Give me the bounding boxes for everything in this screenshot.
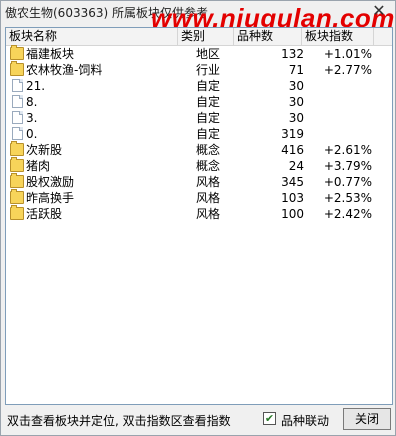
board-type: 自定: [196, 127, 221, 141]
board-type: 自定: [196, 95, 221, 109]
hint-text: 双击查看板块并定位, 双击指数区查看指数: [7, 414, 231, 428]
board-type: 风格: [196, 191, 221, 205]
folder-icon: [10, 61, 24, 76]
column-header-type[interactable]: 类别: [178, 28, 234, 45]
board-count: 71: [288, 63, 304, 77]
board-index: +2.77%: [323, 63, 372, 77]
folder-icon: [10, 189, 24, 204]
board-count: 103: [281, 191, 304, 205]
list-item[interactable]: 股权激励 风格 345 +0.77%: [6, 173, 392, 190]
board-count: 416: [281, 143, 304, 157]
board-count: 100: [281, 207, 304, 221]
list-item[interactable]: 0. 自定 319: [6, 126, 392, 142]
folder-icon: [10, 141, 24, 156]
board-index: +2.42%: [323, 207, 372, 221]
document-icon: [12, 127, 23, 140]
board-name: 昨高换手: [26, 191, 75, 205]
board-name: 福建板块: [26, 47, 75, 61]
list-item[interactable]: 次新股 概念 416 +2.61%: [6, 141, 392, 158]
board-name: 0.: [26, 127, 38, 141]
list-header: 板块名称 类别 品种数 板块指数: [6, 28, 392, 46]
board-info-dialog: 傲农生物(603363) 所属板块仅供参考 www.niugulan.com ✕…: [0, 0, 396, 436]
sync-checkbox-label[interactable]: 品种联动: [281, 412, 329, 429]
board-type: 自定: [196, 111, 221, 125]
board-name: 股权激励: [26, 175, 75, 189]
board-count: 30: [288, 95, 304, 109]
list-item[interactable]: 农林牧渔-饲料 行业 71 +2.77%: [6, 61, 392, 78]
board-name: 8.: [26, 95, 38, 109]
board-index: [312, 110, 372, 126]
board-type: 风格: [196, 207, 221, 221]
sync-checkbox[interactable]: ✔: [263, 412, 276, 425]
title-bar[interactable]: 傲农生物(603363) 所属板块仅供参考 www.niugulan.com ✕: [1, 1, 395, 33]
list-item[interactable]: 猪肉 概念 24 +3.79%: [6, 157, 392, 174]
board-index: [312, 94, 372, 110]
board-index: +1.01%: [323, 47, 372, 61]
folder-icon: [10, 45, 24, 60]
folder-icon: [10, 157, 24, 172]
board-index: +2.61%: [323, 143, 372, 157]
folder-icon: [10, 173, 24, 188]
board-index: +3.79%: [323, 159, 372, 173]
board-name: 次新股: [26, 143, 63, 157]
board-count: 132: [281, 47, 304, 61]
board-name: 活跃股: [26, 207, 63, 221]
list-item[interactable]: 福建板块 地区 132 +1.01%: [6, 45, 392, 62]
board-list[interactable]: 板块名称 类别 品种数 板块指数 福建板块 地区 132 +1.01% 农林牧渔-饲料 行…: [5, 27, 393, 405]
board-name: 猪肉: [26, 159, 51, 173]
board-index: +2.53%: [323, 191, 372, 205]
board-type: 风格: [196, 175, 221, 189]
board-count: 24: [288, 159, 304, 173]
folder-icon: [10, 205, 24, 220]
column-header-index[interactable]: 板块指数: [302, 28, 374, 45]
close-icon[interactable]: ✕: [371, 3, 387, 19]
board-index: [312, 126, 372, 142]
board-type: 地区: [196, 47, 221, 61]
list-item[interactable]: 21. 自定 30: [6, 78, 392, 94]
board-count: 345: [281, 175, 304, 189]
board-type: 概念: [196, 159, 221, 173]
board-count: 319: [281, 127, 304, 141]
board-count: 30: [288, 79, 304, 93]
list-item[interactable]: 昨高换手 风格 103 +2.53%: [6, 189, 392, 206]
list-item[interactable]: 8. 自定 30: [6, 94, 392, 110]
list-item[interactable]: 活跃股 风格 100 +2.42%: [6, 205, 392, 222]
list-item[interactable]: 3. 自定 30: [6, 110, 392, 126]
board-type: 行业: [196, 63, 221, 77]
board-name: 3.: [26, 111, 38, 125]
footer: 双击查看板块并定位, 双击指数区查看指数 ✔ 品种联动 关闭: [5, 406, 391, 432]
document-icon: [12, 111, 23, 124]
board-type: 自定: [196, 79, 221, 93]
document-icon: [12, 95, 23, 108]
document-icon: [12, 79, 23, 92]
column-header-count[interactable]: 品种数: [234, 28, 302, 45]
board-type: 概念: [196, 143, 221, 157]
board-index: +0.77%: [323, 175, 372, 189]
board-name: 农林牧渔-饲料: [26, 63, 103, 77]
board-count: 30: [288, 111, 304, 125]
column-header-name[interactable]: 板块名称: [6, 28, 178, 45]
close-button[interactable]: 关闭: [343, 408, 391, 430]
board-index: [312, 78, 372, 94]
board-name: 21.: [26, 79, 46, 93]
